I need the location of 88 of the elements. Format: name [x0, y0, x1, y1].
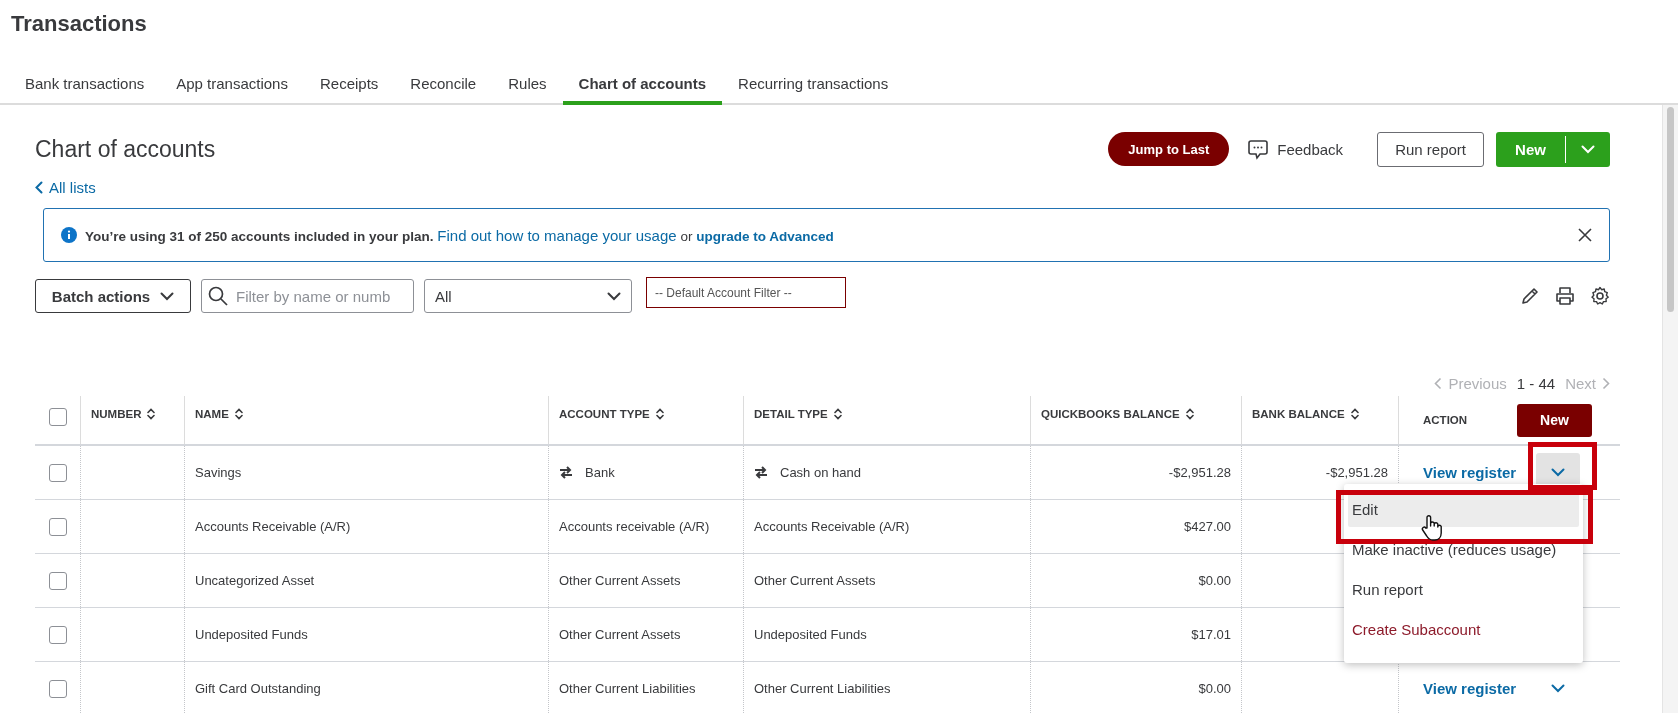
type-dropdown[interactable]: All: [424, 279, 632, 313]
table-cell: $0.00: [1030, 554, 1241, 607]
table-cell: $0.00: [1030, 662, 1241, 714]
view-register-link[interactable]: View register: [1423, 464, 1517, 481]
page-title: Transactions: [10, 10, 148, 38]
feedback-button[interactable]: Feedback: [1241, 137, 1350, 161]
caret-icon: [160, 291, 175, 301]
page-range: 1 - 44: [1516, 374, 1556, 392]
table-cell: Other Current Assets: [548, 608, 743, 661]
banner-message: You’re using 31 of 250 accounts included in your plan. Find out how to manage your usage or upgrade to Advanced: [85, 226, 835, 244]
row-checkbox[interactable]: [48, 625, 67, 644]
tab[interactable]: Rules: [492, 66, 563, 105]
hand-pointer-icon: [1419, 514, 1443, 542]
table-cell: Other Current Assets: [743, 554, 1030, 607]
column-header: ACTION: [1423, 414, 1468, 426]
scrollbar-thumb[interactable]: [1667, 107, 1674, 312]
table-cell: Cash on hand: [780, 465, 861, 480]
table-cell: Undeposited Funds: [184, 608, 548, 661]
column-header[interactable]: NUMBER: [91, 408, 156, 420]
table-cell: -$2,951.28: [1030, 446, 1241, 499]
table-cell: Accounts Receivable (A/R): [184, 500, 548, 553]
upgrade-link[interactable]: upgrade to Advanced: [696, 228, 834, 244]
close-icon: [1578, 228, 1592, 242]
sort-icon: [833, 408, 842, 420]
menu-item[interactable]: Edit: [1348, 493, 1579, 527]
sort-icon: [234, 408, 243, 420]
transfer-icon: [559, 466, 573, 479]
jump-to-last-button[interactable]: Jump to Last: [1108, 132, 1230, 166]
tab[interactable]: Chart of accounts: [562, 66, 723, 105]
column-header[interactable]: NAME: [195, 408, 243, 420]
chevron-down-icon: [1551, 468, 1566, 477]
new-button[interactable]: New: [1517, 403, 1592, 437]
chevron-right-icon: [1602, 376, 1610, 390]
table-cell: Bank: [585, 465, 615, 480]
chevron-left-icon: [35, 181, 43, 194]
tab[interactable]: Recurring transactions: [722, 66, 905, 105]
printer-icon[interactable]: [1554, 286, 1576, 306]
settings-icon[interactable]: [1590, 286, 1610, 306]
search-box[interactable]: Filter by name or numb: [201, 279, 414, 313]
view-register-link[interactable]: View register: [1423, 680, 1517, 697]
sort-icon: [1185, 408, 1194, 420]
column-header[interactable]: BANK BALANCE: [1252, 408, 1359, 420]
table-cell: Savings: [184, 446, 548, 499]
run-report-button[interactable]: Run report: [1377, 131, 1484, 167]
sort-icon: [1350, 408, 1359, 420]
row-checkbox[interactable]: [48, 463, 67, 482]
tab[interactable]: Reconcile: [394, 66, 493, 105]
table-cell: Other Current Assets: [548, 554, 743, 607]
menu-item[interactable]: Make inactive (reduces usage): [1348, 533, 1579, 567]
sort-icon: [655, 408, 664, 420]
menu-item[interactable]: Create Subaccount: [1348, 613, 1579, 647]
column-header[interactable]: QUICKBOOKS BALANCE: [1041, 408, 1194, 420]
table-cell: Other Current Liabilities: [548, 662, 743, 714]
tab[interactable]: App transactions: [160, 66, 304, 105]
tab[interactable]: Bank transactions: [9, 66, 161, 105]
row-checkbox[interactable]: [48, 679, 67, 698]
scrollbar[interactable]: [1662, 105, 1678, 713]
caret-icon: [1581, 144, 1595, 154]
table-cell: Other Current Liabilities: [743, 662, 1030, 714]
manage-usage-link[interactable]: Find out how to manage your usage: [437, 226, 677, 244]
speech-bubble-icon: [1247, 138, 1270, 160]
table-cell: Undeposited Funds: [743, 608, 1030, 661]
account-filter-dropdown[interactable]: -- Default Account Filter --: [646, 277, 846, 308]
table-cell: Gift Card Outstanding: [184, 662, 548, 714]
tab[interactable]: Receipts: [303, 66, 395, 105]
table-cell: $17.01: [1030, 608, 1241, 661]
column-header[interactable]: ACCOUNT TYPE: [559, 408, 664, 420]
menu-item[interactable]: Run report: [1348, 573, 1579, 607]
table-cell: Accounts Receivable (A/R): [743, 500, 1030, 553]
row-checkbox[interactable]: [48, 517, 67, 536]
chevron-down-icon: [1551, 684, 1566, 693]
row-checkbox[interactable]: [48, 571, 67, 590]
pencil-icon[interactable]: [1520, 286, 1540, 306]
all-lists-link[interactable]: All lists: [35, 179, 96, 196]
caret-icon: [607, 291, 621, 301]
search-icon: [208, 286, 228, 306]
select-all-checkbox[interactable]: [48, 408, 67, 426]
chevron-left-icon: [1434, 376, 1443, 390]
section-heading: Chart of accounts: [35, 135, 217, 163]
table-cell: $427.00: [1030, 500, 1241, 553]
batch-actions-button[interactable]: Batch actions: [35, 279, 191, 313]
close-button[interactable]: [1578, 228, 1592, 242]
transfer-icon: [754, 466, 768, 479]
info-icon: [61, 227, 77, 243]
table-cell: Uncategorized Asset: [184, 554, 548, 607]
sort-icon: [147, 408, 156, 420]
table-cell: Accounts receivable (A/R): [548, 500, 743, 553]
column-header[interactable]: DETAIL TYPE: [754, 408, 842, 420]
